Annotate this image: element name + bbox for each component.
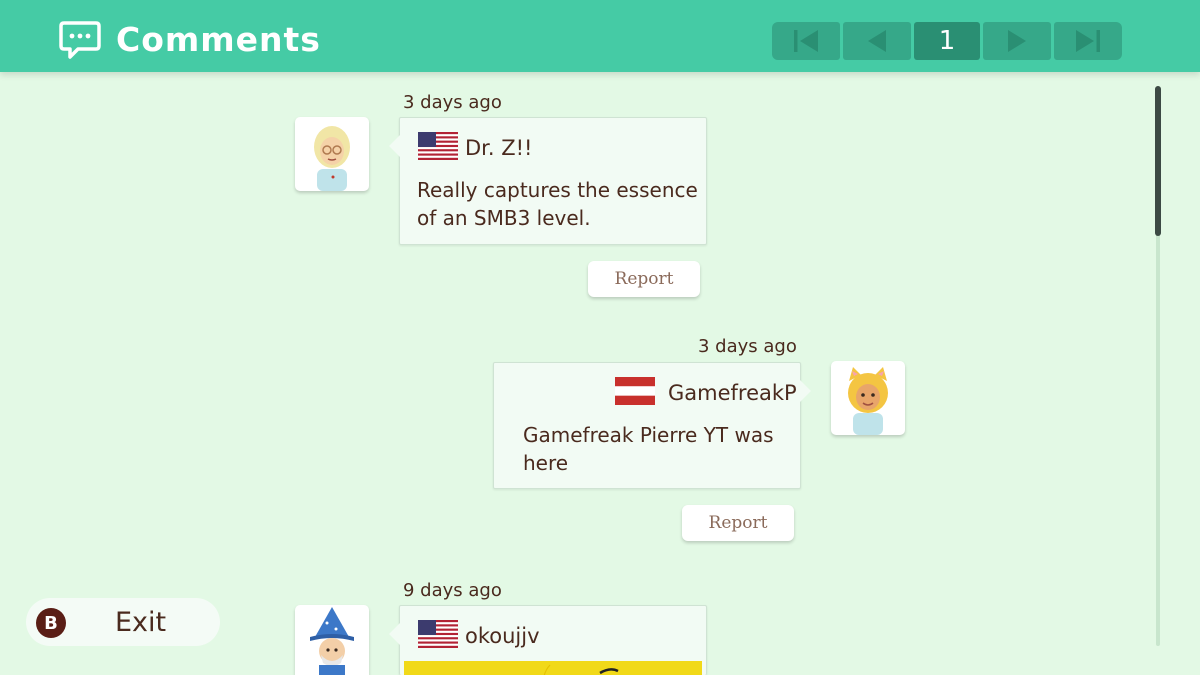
next-page-icon: [1008, 30, 1026, 52]
avatar[interactable]: [295, 117, 369, 191]
scrollbar-thumb[interactable]: [1155, 86, 1161, 236]
comment-bubble: GamefreakP Gamefreak Pierre YT was here: [493, 362, 811, 489]
avatar[interactable]: [295, 605, 369, 675]
report-button[interactable]: Report: [682, 505, 794, 541]
next-page-button[interactable]: [983, 22, 1051, 60]
last-page-icon: [1076, 30, 1100, 52]
header-bar: Comments 1: [0, 0, 1200, 72]
comment-bubble: okoujjv: [389, 605, 707, 675]
comment-timestamp: 3 days ago: [403, 92, 502, 113]
mii-avatar-icon: [310, 607, 354, 675]
bubble-tail: [389, 623, 400, 645]
comment-text-line: Really captures the essence: [417, 178, 698, 202]
mii-avatar-icon: [848, 367, 888, 435]
comment-text-line: of an SMB3 level.: [417, 206, 591, 230]
avatar[interactable]: [831, 361, 905, 435]
bubble-tail: [389, 135, 400, 157]
comment-username: okoujjv: [465, 624, 540, 648]
comment-username: Dr. Z!!: [465, 136, 533, 160]
comment-drawing-image: [404, 661, 702, 675]
b-button-icon: B: [36, 608, 66, 638]
austria-flag-icon: [615, 377, 655, 405]
comment-username: GamefreakP: [668, 381, 797, 405]
exit-label: Exit: [115, 607, 167, 638]
comment-text-line: Gamefreak Pierre YT was: [523, 423, 774, 447]
pager: 1: [772, 22, 1122, 60]
comment-timestamp: 9 days ago: [403, 580, 502, 601]
comment-bubble: Dr. Z!! Really captures the essence of a…: [389, 117, 707, 245]
previous-page-button[interactable]: [843, 22, 911, 60]
page-title: Comments: [116, 20, 321, 59]
first-page-icon: [794, 30, 818, 52]
comment-timestamp: 3 days ago: [698, 336, 797, 357]
first-page-button[interactable]: [772, 22, 840, 60]
comment-text: Gamefreak Pierre YT was here: [523, 421, 774, 477]
last-page-button[interactable]: [1054, 22, 1122, 60]
current-page-indicator: 1: [914, 22, 980, 60]
us-flag-icon: [418, 132, 458, 160]
previous-page-icon: [868, 30, 886, 52]
report-button[interactable]: Report: [588, 261, 700, 297]
speech-bubble-icon: [59, 21, 101, 59]
drawing-strokes: [543, 664, 619, 675]
comment-text-line: here: [523, 451, 569, 475]
bubble-tail: [800, 380, 811, 402]
mii-avatar-icon: [314, 126, 350, 191]
comment-text: Really captures the essence of an SMB3 l…: [417, 176, 698, 232]
us-flag-icon: [418, 620, 458, 648]
